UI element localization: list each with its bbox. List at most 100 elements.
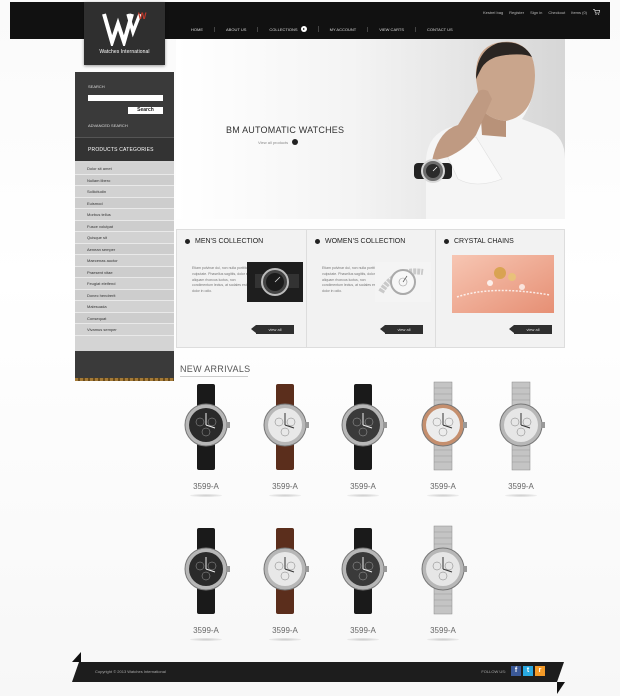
footer-copyright: Copyright © 2013 Watches International	[95, 669, 166, 674]
top-link-items[interactable]: Items (0)	[571, 10, 587, 15]
categories-header: PRODUCTS CATEGORIES	[75, 137, 174, 161]
search-input[interactable]	[88, 95, 163, 101]
page: Kestrel bag Register Sign in Checkout It…	[0, 0, 620, 696]
product-card[interactable]: 3599-A	[255, 522, 315, 652]
crystal-chain-image	[452, 255, 554, 313]
collections-panel: MEN'S COLLECTION Etiam pulvinar dui, non…	[176, 229, 565, 348]
advanced-search-link[interactable]: ADVANCED SEARCH	[88, 123, 128, 128]
facebook-icon[interactable]: f	[511, 666, 521, 676]
nav-home[interactable]: HOME	[180, 26, 215, 32]
site-logo[interactable]: W Watches International	[84, 2, 165, 65]
product-card[interactable]: 3599-A	[255, 378, 315, 508]
watch-image	[184, 384, 230, 470]
nav-collections[interactable]: COLLECTIONS	[258, 26, 319, 32]
view-all-button[interactable]: view all	[251, 325, 294, 334]
womens-watch-image	[375, 262, 431, 302]
product-card[interactable]: 3599-A	[176, 378, 236, 508]
category-item[interactable]: Euismod	[75, 197, 174, 209]
nav-my-account[interactable]: MY ACCOUNT	[319, 26, 369, 32]
collection-mens-text: Etiam pulvinar dui, non nulla porttitor,…	[192, 266, 250, 294]
product-card[interactable]: 3599-A	[176, 522, 236, 652]
collection-womens-text: Etiam pulvinar dui, non nulla porttitor,…	[322, 266, 380, 294]
product-shadow	[347, 638, 379, 641]
product-shadow	[269, 638, 301, 641]
product-shadow	[427, 494, 459, 497]
category-item[interactable]: Praesent vitae	[75, 266, 174, 278]
follow-label: FOLLOW US:	[481, 668, 506, 674]
top-link-signin[interactable]: Sign in	[530, 10, 542, 15]
hero-subtitle: View all products	[258, 139, 289, 145]
product-card[interactable]: 3599-A	[413, 522, 473, 652]
new-arrivals-title: NEW ARRIVALS	[180, 364, 251, 377]
category-item[interactable]: Fusce volutpat	[75, 220, 174, 232]
watch-image	[421, 525, 467, 615]
hero-subtitle-link[interactable]: View all products	[258, 139, 299, 145]
twitter-icon[interactable]: t	[523, 666, 533, 676]
category-item[interactable]: Aenean semper	[75, 243, 174, 255]
category-item[interactable]: Morbus tellus	[75, 209, 174, 221]
watch-image	[341, 384, 387, 470]
svg-text:W: W	[138, 11, 147, 21]
collection-womens[interactable]: WOMEN'S COLLECTION Etiam pulvinar dui, n…	[306, 230, 435, 347]
mens-watch-image	[247, 262, 303, 302]
rss-icon[interactable]: r	[535, 666, 545, 676]
watch-image	[263, 384, 309, 470]
collection-mens-heading: MEN'S COLLECTION	[185, 238, 263, 245]
category-item[interactable]: Maecenas auctor	[75, 255, 174, 267]
product-card[interactable]: 3599-A	[413, 378, 473, 508]
category-item[interactable]: Dolor sit amet	[75, 163, 174, 175]
footer-ribbon-left	[72, 652, 81, 662]
product-price: 3599-A	[272, 482, 298, 491]
category-item[interactable]: Feugiat eleifend	[75, 278, 174, 290]
product-shadow	[427, 638, 459, 641]
search-button[interactable]: Search	[128, 107, 163, 114]
cart-icon[interactable]	[593, 9, 600, 15]
category-item[interactable]: Sollicitudin	[75, 186, 174, 198]
watch-image	[341, 528, 387, 614]
bullet-icon	[185, 239, 190, 244]
product-shadow	[505, 494, 537, 497]
nav-contact[interactable]: CONTACT US	[416, 27, 464, 32]
collection-womens-title: WOMEN'S COLLECTION	[325, 238, 406, 245]
footer-ribbon-right	[557, 682, 565, 694]
categories-list: Dolor sit amet Nullam libero Sollicitudin E…	[75, 161, 174, 351]
nav-view-carts[interactable]: VIEW CARTS	[368, 26, 417, 32]
rope-decoration	[75, 378, 174, 381]
category-item[interactable]: Consequat	[75, 312, 174, 324]
footer-ribbon-left-edge	[72, 662, 79, 682]
logo-mark-icon: W	[102, 11, 147, 46]
collection-mens[interactable]: MEN'S COLLECTION Etiam pulvinar dui, non…	[177, 230, 306, 347]
sidebar-footer	[75, 351, 174, 381]
product-card[interactable]: 3599-A	[491, 378, 551, 508]
nav-about[interactable]: ABOUT US	[215, 26, 259, 32]
category-item[interactable]: Nullam libero	[75, 174, 174, 186]
category-item[interactable]: Vivamus semper	[75, 324, 174, 336]
collection-crystal[interactable]: CRYSTAL CHAINS view all	[435, 230, 564, 347]
category-item[interactable]: Malesuada	[75, 301, 174, 313]
top-link-bag[interactable]: Kestrel bag	[483, 10, 503, 15]
view-all-button[interactable]: view all	[509, 325, 552, 334]
nav-collections-label: COLLECTIONS	[269, 26, 298, 32]
product-price: 3599-A	[272, 626, 298, 635]
hero-title: BM AUTOMATIC WATCHES	[226, 125, 345, 135]
nav-my-account-label: MY ACCOUNT	[329, 26, 357, 32]
view-all-button[interactable]: view all	[380, 325, 423, 334]
footer-ribbon-right-edge	[557, 662, 564, 682]
logo-text: Watches International	[99, 49, 150, 55]
top-link-checkout[interactable]: Checkout	[548, 10, 565, 15]
chevron-right-icon	[300, 26, 307, 32]
product-card[interactable]: 3599-A	[333, 522, 393, 652]
product-price: 3599-A	[508, 482, 534, 491]
top-link-register[interactable]: Register	[509, 10, 524, 15]
category-item[interactable]: Donec hendrerit	[75, 289, 174, 301]
hero-banner[interactable]: BM AUTOMATIC WATCHES View all products	[176, 39, 565, 219]
product-card[interactable]: 3599-A	[333, 378, 393, 508]
footer: Copyright © 2013 Watches International F…	[79, 662, 557, 682]
nav-contact-label: CONTACT US	[427, 26, 453, 32]
nav-about-label: ABOUT US	[226, 26, 247, 32]
product-price: 3599-A	[193, 482, 219, 491]
product-shadow	[190, 494, 222, 497]
top-links: Kestrel bag Register Sign in Checkout It…	[483, 9, 600, 15]
main-nav: HOME ABOUT US COLLECTIONS MY ACCOUNT VIE…	[180, 26, 464, 32]
category-item[interactable]: Quisque sit	[75, 232, 174, 244]
